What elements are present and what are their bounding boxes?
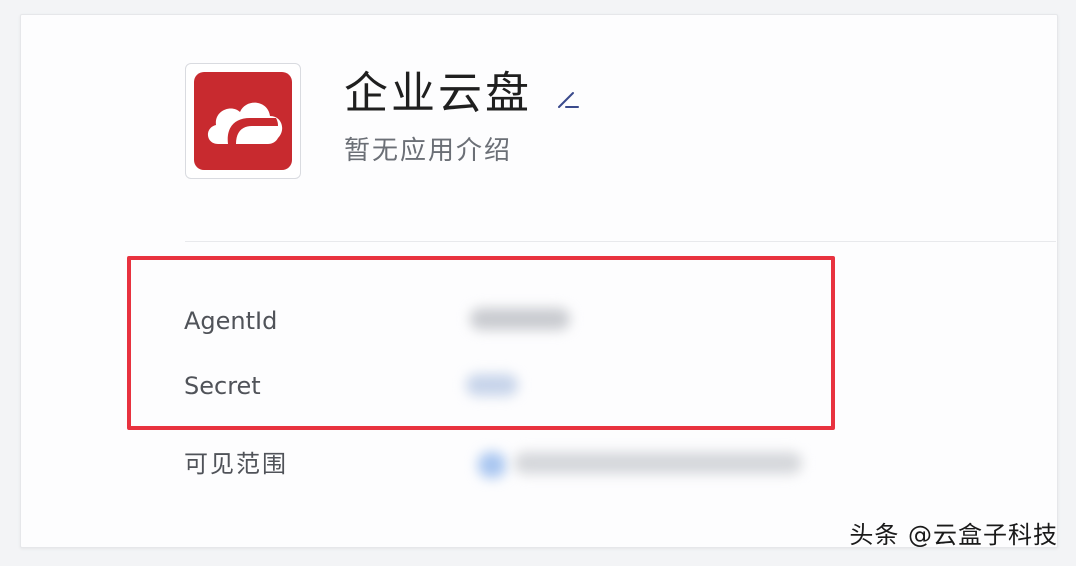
section-divider xyxy=(185,241,1056,242)
highlight-box xyxy=(127,256,835,430)
cloud-icon xyxy=(207,102,283,144)
app-name: 企业云盘 xyxy=(344,68,532,119)
app-icon xyxy=(194,72,292,170)
watermark: 头条 @云盒子科技 xyxy=(849,521,1058,549)
app-icon-frame[interactable] xyxy=(185,63,301,179)
visible-scope-label: 可见范围 xyxy=(184,450,288,478)
scope-avatar-redacted xyxy=(478,452,506,478)
edit-pencil-icon[interactable] xyxy=(556,88,582,110)
app-description: 暂无应用介绍 xyxy=(344,136,513,166)
scope-value-redacted xyxy=(514,452,802,474)
